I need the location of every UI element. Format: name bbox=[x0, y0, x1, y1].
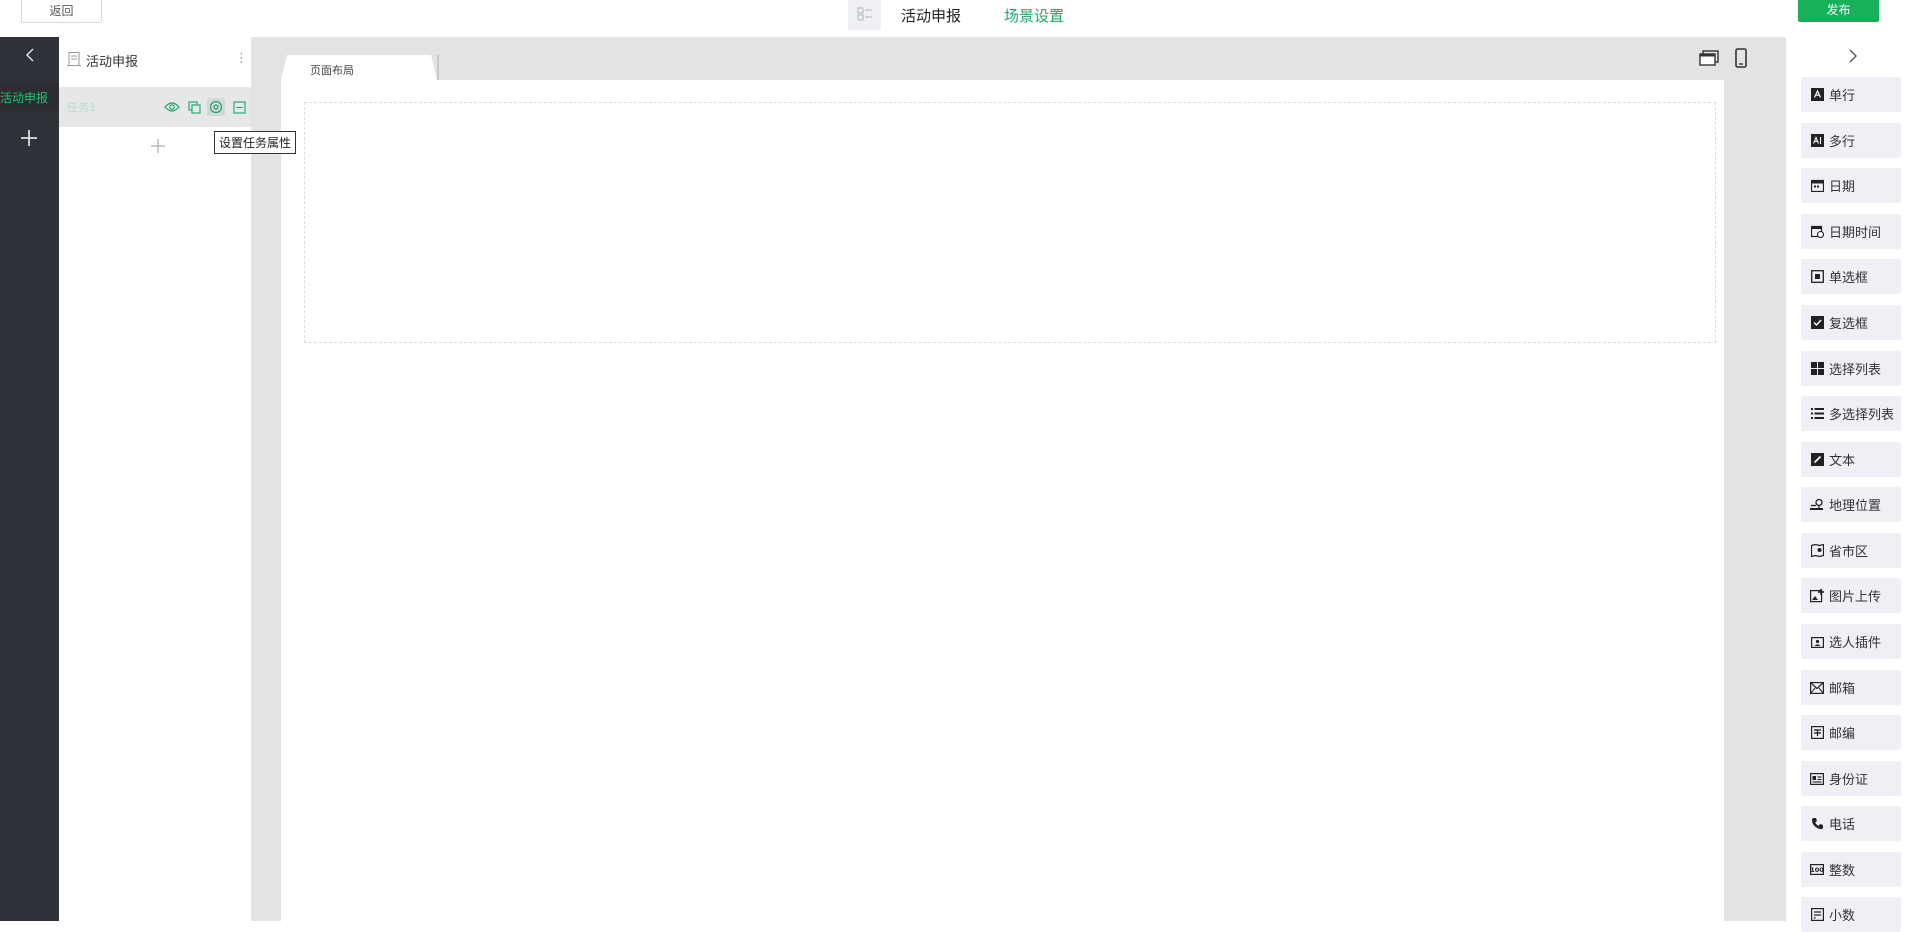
checkbox-icon bbox=[1810, 316, 1824, 330]
widget-label: 邮箱 bbox=[1829, 682, 1856, 697]
copy-icon[interactable] bbox=[185, 98, 203, 116]
widget-phone[interactable]: 电话 bbox=[1801, 806, 1901, 841]
widget-label: 图片上传 bbox=[1829, 590, 1882, 605]
widget-label: 文本 bbox=[1829, 454, 1856, 469]
widget-label: 地理位置 bbox=[1829, 499, 1882, 514]
map-icon bbox=[1810, 544, 1824, 558]
task-row[interactable]: 任务1 bbox=[59, 87, 251, 127]
plus-icon bbox=[20, 129, 38, 151]
widget-id-card[interactable]: 身份证 bbox=[1801, 761, 1901, 796]
tab-page-layout-label: 页面布局 bbox=[310, 64, 354, 77]
widget-image-upload[interactable]: 图片上传 bbox=[1801, 578, 1901, 613]
widget-label: 身份证 bbox=[1829, 773, 1869, 788]
add-task-button[interactable] bbox=[145, 135, 171, 161]
phone-icon bbox=[1810, 817, 1824, 831]
edit-text-icon bbox=[1810, 453, 1824, 467]
widget-person-picker[interactable]: 选人插件 bbox=[1801, 624, 1901, 659]
widget-label: 日期时间 bbox=[1829, 226, 1882, 241]
widget-datetime[interactable]: 日期时间 bbox=[1801, 214, 1901, 249]
more-menu-icon[interactable]: ⋮ bbox=[235, 51, 248, 66]
widget-label: 单选框 bbox=[1829, 271, 1869, 286]
collapse-box-icon[interactable] bbox=[230, 98, 248, 116]
id-card-icon bbox=[1810, 772, 1824, 786]
task-name: 任务1 bbox=[67, 101, 96, 114]
widget-text[interactable]: 文本 bbox=[1801, 442, 1901, 477]
mobile-view-button[interactable] bbox=[1731, 48, 1751, 72]
eye-icon[interactable] bbox=[163, 98, 181, 116]
radio-icon bbox=[1810, 270, 1824, 284]
tab-activity[interactable]: 活动申报 bbox=[901, 5, 961, 26]
calendar-clock-icon bbox=[1810, 225, 1824, 239]
chevron-right-icon bbox=[1848, 48, 1858, 68]
multi-line-text-icon bbox=[1810, 134, 1824, 148]
rail-add-button[interactable] bbox=[14, 125, 44, 155]
integer-icon: 100 bbox=[1810, 863, 1824, 877]
widget-single-line[interactable]: 单行 bbox=[1801, 77, 1901, 112]
tab-divider bbox=[437, 55, 439, 80]
single-line-text-icon bbox=[1810, 88, 1824, 102]
widget-label: 小数 bbox=[1829, 909, 1856, 924]
widget-label: 选人插件 bbox=[1829, 636, 1882, 651]
tab-scene-settings[interactable]: 场景设置 bbox=[1004, 5, 1064, 26]
widget-multi-line[interactable]: 多行 bbox=[1801, 123, 1901, 158]
plus-icon bbox=[150, 138, 166, 158]
scene-header: 活动申报 ⋮ bbox=[59, 47, 251, 73]
left-rail: 活动申报 bbox=[0, 37, 59, 921]
widget-multi-select-list[interactable]: 多选择列表 bbox=[1801, 396, 1901, 431]
location-icon bbox=[1810, 498, 1824, 512]
tab-page-layout[interactable] bbox=[281, 55, 437, 80]
person-picker-icon bbox=[1810, 635, 1824, 649]
document-icon bbox=[66, 51, 82, 71]
widget-label: 邮编 bbox=[1829, 727, 1856, 742]
bullet-list-icon bbox=[1810, 407, 1824, 421]
back-button[interactable]: 返回 bbox=[21, 0, 102, 23]
widget-label: 日期 bbox=[1829, 180, 1856, 195]
svg-text:100: 100 bbox=[1810, 866, 1824, 874]
scene-panel: 活动申报 ⋮ 任务1 bbox=[59, 37, 251, 921]
layout-list-icon bbox=[857, 6, 873, 25]
widget-email[interactable]: 邮箱 bbox=[1801, 670, 1901, 705]
mobile-icon bbox=[1735, 48, 1747, 72]
widget-label: 选择列表 bbox=[1829, 363, 1882, 378]
chevron-left-icon bbox=[25, 47, 35, 67]
widget-label: 多选择列表 bbox=[1829, 408, 1895, 423]
form-dropzone[interactable] bbox=[304, 102, 1716, 343]
widget-integer[interactable]: 100 整数 bbox=[1801, 852, 1901, 887]
postcode-icon bbox=[1810, 726, 1824, 740]
widget-date[interactable]: 日期 bbox=[1801, 168, 1901, 203]
desktop-icon bbox=[1699, 50, 1719, 70]
widget-label: 复选框 bbox=[1829, 317, 1869, 332]
expand-panel-button[interactable] bbox=[1838, 47, 1868, 69]
widget-location[interactable]: 地理位置 bbox=[1801, 487, 1901, 522]
widget-label: 单行 bbox=[1829, 89, 1856, 104]
widget-label: 电话 bbox=[1829, 818, 1856, 833]
grid-list-icon bbox=[1810, 362, 1824, 376]
rail-item-activity[interactable]: 活动申报 bbox=[0, 83, 59, 111]
layout-toggle-button[interactable] bbox=[848, 0, 881, 30]
widget-checkbox[interactable]: 复选框 bbox=[1801, 305, 1901, 340]
tooltip-task-settings: 设置任务属性 bbox=[214, 131, 297, 154]
widget-radio[interactable]: 单选框 bbox=[1801, 259, 1901, 294]
calendar-icon bbox=[1810, 179, 1824, 193]
image-upload-icon bbox=[1810, 588, 1824, 603]
top-bar: 返回 活动申报 场景设置 发布 bbox=[0, 0, 1915, 37]
settings-gear-icon[interactable] bbox=[207, 98, 225, 116]
mail-icon bbox=[1810, 681, 1824, 695]
publish-button[interactable]: 发布 bbox=[1798, 0, 1879, 22]
widget-select-list[interactable]: 选择列表 bbox=[1801, 351, 1901, 386]
desktop-view-button[interactable] bbox=[1698, 50, 1720, 70]
decimal-icon bbox=[1810, 908, 1824, 922]
widget-postcode[interactable]: 邮编 bbox=[1801, 715, 1901, 750]
collapse-button[interactable] bbox=[0, 37, 59, 77]
widget-province-city[interactable]: 省市区 bbox=[1801, 533, 1901, 568]
widget-label: 多行 bbox=[1829, 135, 1856, 150]
widget-decimal[interactable]: 小数 bbox=[1801, 897, 1901, 932]
widget-label: 省市区 bbox=[1829, 545, 1869, 560]
scene-title: 活动申报 bbox=[86, 55, 139, 70]
widget-label: 整数 bbox=[1829, 864, 1856, 879]
